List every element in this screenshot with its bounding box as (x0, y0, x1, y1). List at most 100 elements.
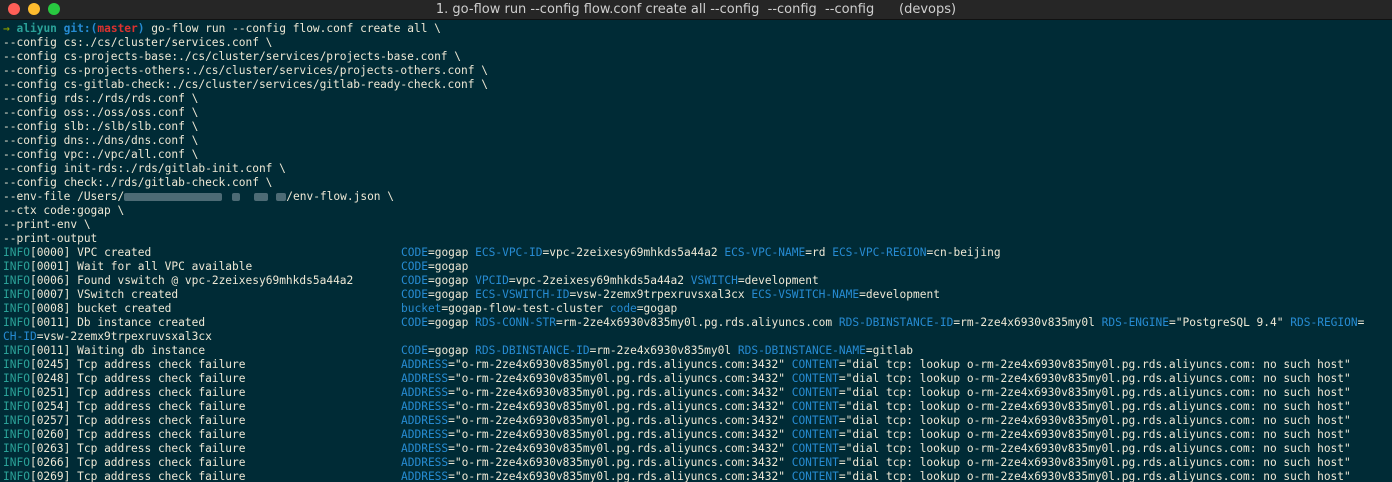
log-fields: ADDRESS="o-rm-2ze4x6930v835my0l.pg.rds.a… (401, 386, 1351, 400)
log-text: Db instance created (77, 316, 206, 329)
field-value: "o-rm-2ze4x6930v835my0l.pg.rds.aliyuncs.… (454, 386, 785, 399)
field-eq: = (636, 302, 644, 315)
field-key: RDS-DBINSTANCE-ID (838, 316, 954, 329)
field-value: "dial tcp: lookup o-rm-2ze4x6930v835my0l… (845, 470, 1351, 482)
field-eq: = (859, 288, 866, 301)
field-eq: = (838, 400, 846, 413)
log-level: INFO (3, 246, 30, 259)
field-eq: = (508, 274, 516, 287)
log-text: Tcp address check failure (77, 372, 246, 385)
field-value: cn-beijing (933, 246, 1001, 259)
log-code: [0007] (29, 288, 71, 301)
log-fields: ADDRESS="o-rm-2ze4x6930v835my0l.pg.rds.a… (401, 442, 1351, 456)
log-text: bucket created (77, 302, 172, 315)
prompt-arrow-icon: → (3, 22, 10, 35)
log-code: [0245] (29, 358, 71, 371)
field-eq: = (427, 316, 435, 329)
field-value: gogap (434, 246, 469, 259)
field-eq: = (737, 274, 745, 287)
field-value: gitlab (872, 344, 914, 357)
field-key: ECS-VPC-ID (475, 246, 543, 259)
log-text: Tcp address check failure (77, 456, 246, 469)
redacted-block (276, 193, 287, 201)
window-title: 1. go-flow run --config flow.conf create… (435, 2, 957, 17)
field-key: ECS-VPC-NAME (724, 246, 806, 259)
log-code: [0000] (29, 246, 71, 259)
log-text: Wait for all VPC available (77, 260, 253, 273)
log-text: Tcp address check failure (77, 386, 246, 399)
log-level: INFO (3, 414, 30, 427)
field-eq: = (555, 316, 563, 329)
field-key: CONTENT (791, 428, 839, 441)
log-code: [0248] (29, 372, 71, 385)
command-arg-line: --config init-rds:./rds/gitlab-init.conf… (3, 162, 286, 175)
log-code: [0263] (29, 442, 71, 455)
field-key: ECS-VPC-REGION (832, 246, 927, 259)
field-key: CODE (401, 246, 428, 259)
log-level: INFO (3, 386, 30, 399)
command-args: --config cs:./cs/cluster/services.conf \… (3, 36, 1392, 190)
field-value: development (865, 288, 940, 301)
field-value: gogap (434, 274, 469, 287)
log-level: INFO (3, 442, 30, 455)
command-arg-line: --config cs-projects-base:./cs/cluster/s… (3, 50, 462, 63)
redacted-block (124, 193, 223, 201)
command-arg-line: --config vpc:./vpc/all.conf \ (3, 148, 199, 161)
log-level: INFO (3, 316, 30, 329)
field-value: "dial tcp: lookup o-rm-2ze4x6930v835my0l… (845, 372, 1351, 385)
log-text: Tcp address check failure (77, 400, 246, 413)
field-key: code (609, 302, 637, 315)
env-file-suffix: /env-flow.json \ (286, 190, 395, 203)
terminal-output[interactable]: → aliyun git:(master) go-flow run --conf… (3, 22, 1392, 482)
log-line: INFO[0251] Tcp address check failure ADDR… (3, 386, 1392, 400)
field-value: vpc-2zeixesy69mhkds5a44a2 (549, 246, 718, 259)
field-eq: = (838, 386, 846, 399)
field-key: ADDRESS (401, 428, 449, 441)
log-wrap-line: CH-ID=vsw-2zemx9trpexruvsxal3cx (3, 330, 1392, 344)
field-value: "o-rm-2ze4x6930v835my0l.pg.rds.aliyuncs.… (454, 414, 785, 427)
field-eq: = (448, 372, 455, 385)
field-eq: = (448, 358, 455, 371)
log-code: [0011] (29, 316, 71, 329)
command-arg-line: --config check:./rds/gitlab-check.conf \ (3, 176, 273, 189)
log-fields: CODE=gogap RDS-DBINSTANCE-ID=rm-2ze4x693… (401, 344, 913, 358)
field-key: ADDRESS (401, 456, 449, 469)
log-message: INFO[0245] Tcp address check failure (3, 358, 246, 372)
field-key: CODE (401, 288, 428, 301)
log-level: INFO (3, 470, 30, 482)
log-level: INFO (3, 428, 30, 441)
field-value: vpc-2zeixesy69mhkds5a44a2 (515, 274, 684, 287)
log-level: INFO (3, 288, 30, 301)
field-eq: = (838, 470, 846, 482)
field-key: CODE (401, 316, 428, 329)
log-code: [0266] (29, 456, 71, 469)
field-key: RDS-CONN-STR (475, 316, 556, 329)
field-key: ADDRESS (401, 358, 449, 371)
field-value: gogap (434, 260, 469, 273)
field-eq: = (427, 274, 435, 287)
log-text: Waiting db instance (77, 344, 206, 357)
log-message: INFO[0006] Found vswitch @ vpc-2zeixesy6… (3, 274, 353, 288)
log-text: VPC created (77, 246, 152, 259)
log-message: INFO[0254] Tcp address check failure (3, 400, 246, 414)
log-message: INFO[0266] Tcp address check failure (3, 456, 246, 470)
field-eq: = (448, 428, 455, 441)
command-arg-line: --config dns:./dns/dns.conf \ (3, 134, 199, 147)
log-line: INFO[0257] Tcp address check failure ADDR… (3, 414, 1392, 428)
log-line: INFO[0248] Tcp address check failure ADDR… (3, 372, 1392, 386)
command-arg-line: --config slb:./slb/slb.conf \ (3, 120, 199, 133)
prompt-git-close: ) (137, 22, 145, 35)
prompt-command: go-flow run --config flow.conf create al… (151, 22, 441, 35)
command-arg-line: --ctx code:gogap \ (3, 204, 125, 217)
log-output: INFO[0000] VPC created CODE=gogap ECS-VPC… (3, 246, 1392, 482)
log-message: INFO[0257] Tcp address check failure (3, 414, 246, 428)
log-text: Tcp address check failure (77, 414, 246, 427)
field-key: CH-ID (3, 330, 37, 343)
field-eq: = (838, 414, 846, 427)
field-eq: = (427, 246, 435, 259)
log-line: INFO[0263] Tcp address check failure ADDR… (3, 442, 1392, 456)
log-text: Found vswitch @ vpc-2zeixesy69mhkds5a44a… (77, 274, 354, 287)
field-value: "o-rm-2ze4x6930v835my0l.pg.rds.aliyuncs.… (454, 456, 785, 469)
log-message: INFO[0011] Db instance created (3, 316, 205, 330)
log-line: INFO[0254] Tcp address check failure ADDR… (3, 400, 1392, 414)
